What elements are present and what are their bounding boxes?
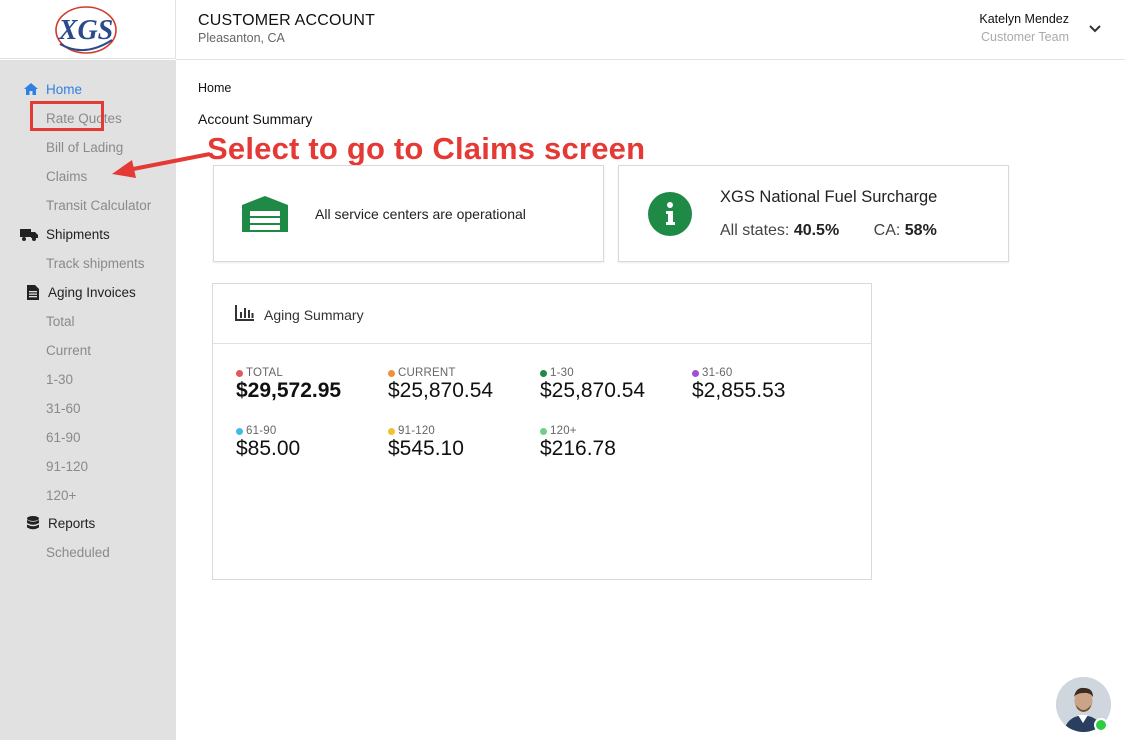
metric-value: $85.00: [236, 437, 301, 460]
aging-summary-card: Aging Summary TOTAL $29,572.95 CURRENT $…: [212, 283, 872, 580]
chevron-down-icon[interactable]: [1085, 19, 1105, 39]
warehouse-icon: [242, 196, 288, 232]
annotation-text: Select to go to Claims screen: [207, 131, 646, 166]
metric-value: $2,855.53: [692, 379, 786, 402]
sidebar-label-shipments: Shipments: [46, 226, 110, 242]
aging-metric-current[interactable]: CURRENT $25,870.54: [388, 367, 493, 403]
sidebar-label-home: Home: [46, 81, 83, 97]
sidebar-item-aging-total[interactable]: Total: [46, 310, 75, 332]
top-header: CUSTOMER ACCOUNT Pleasanton, CA Katelyn …: [176, 0, 1125, 60]
sidebar-item-aging-invoices[interactable]: Aging Invoices: [0, 280, 136, 304]
all-states-label: All states:: [720, 222, 790, 239]
home-icon: [22, 81, 40, 97]
ca-label: CA:: [873, 222, 901, 239]
claims-highlight-box: [30, 101, 104, 131]
metric-label: TOTAL: [246, 367, 283, 379]
info-icon: [648, 192, 692, 236]
aging-metric-1-30[interactable]: 1-30 $25,870.54: [540, 367, 645, 403]
sidebar-item-home[interactable]: Home: [0, 77, 82, 101]
document-icon: [24, 284, 42, 300]
user-team: Customer Team: [981, 30, 1069, 44]
31-60-dot-icon: [692, 369, 699, 377]
aging-metric-120-plus[interactable]: 120+ $216.78: [540, 425, 616, 461]
service-status-card: All service centers are operational: [213, 165, 604, 262]
logo-area[interactable]: XGS: [0, 0, 176, 59]
sidebar-item-scheduled[interactable]: Scheduled: [46, 541, 110, 563]
total-dot-icon: [236, 369, 243, 377]
all-states-value: 40.5%: [793, 222, 840, 239]
user-name[interactable]: Katelyn Mendez: [979, 12, 1069, 26]
breadcrumb[interactable]: Home: [198, 81, 231, 95]
database-icon: [24, 515, 42, 531]
fuel-surcharge-title: XGS National Fuel Surcharge: [720, 188, 938, 206]
sidebar-item-track-shipments[interactable]: Track shipments: [46, 252, 145, 274]
metric-value: $25,870.54: [388, 379, 494, 402]
xgs-logo: XGS: [55, 6, 117, 54]
metric-label: 120+: [550, 425, 577, 437]
sidebar-item-aging-1-30[interactable]: 1-30: [46, 368, 73, 390]
metric-label: 31-60: [702, 367, 733, 379]
sidebar-item-aging-120-plus[interactable]: 120+: [46, 484, 76, 506]
fuel-surcharge-card: XGS National Fuel Surcharge All states: …: [618, 165, 1009, 262]
sidebar-item-aging-current[interactable]: Current: [46, 339, 91, 361]
sidebar-item-claims[interactable]: Claims: [46, 165, 87, 187]
page-title: Account Summary: [198, 111, 313, 127]
sidebar-item-transit-calculator[interactable]: Transit Calculator: [46, 194, 151, 216]
metric-label: CURRENT: [398, 367, 456, 379]
fuel-surcharge-values: All states: 40.5% CA: 58%: [720, 222, 937, 240]
metric-value: $25,870.54: [540, 379, 646, 402]
metric-value: $545.10: [388, 437, 464, 460]
truck-icon: [20, 226, 38, 242]
1-30-dot-icon: [540, 369, 547, 377]
sidebar-item-aging-91-120[interactable]: 91-120: [46, 455, 88, 477]
annotation-arrow-icon: [112, 152, 211, 178]
61-90-dot-icon: [236, 427, 243, 435]
sidebar-item-shipments[interactable]: Shipments: [0, 222, 110, 246]
metric-value: $216.78: [540, 437, 616, 460]
logo-text: XGS: [58, 15, 113, 46]
sidebar-label-aging-invoices: Aging Invoices: [48, 284, 136, 300]
metric-label: 91-120: [398, 425, 436, 437]
120-plus-dot-icon: [540, 427, 547, 435]
metric-value: $29,572.95: [236, 379, 342, 402]
bar-chart-icon: [235, 305, 254, 321]
current-dot-icon: [388, 369, 395, 377]
aging-metric-total[interactable]: TOTAL $29,572.95: [236, 367, 341, 403]
aging-summary-header: Aging Summary: [213, 284, 871, 344]
metric-label: 1-30: [550, 367, 574, 379]
aging-metric-91-120[interactable]: 91-120 $545.10: [388, 425, 464, 461]
aging-summary-title: Aging Summary: [264, 307, 364, 323]
sidebar-item-aging-31-60[interactable]: 31-60: [46, 397, 81, 419]
sidebar-item-aging-61-90[interactable]: 61-90: [46, 426, 81, 448]
aging-metric-61-90[interactable]: 61-90 $85.00: [236, 425, 300, 461]
account-location: Pleasanton, CA: [198, 31, 285, 45]
account-title: CUSTOMER ACCOUNT: [198, 12, 376, 29]
service-status-text: All service centers are operational: [315, 206, 526, 222]
metric-label: 61-90: [246, 425, 277, 437]
sidebar-item-reports[interactable]: Reports: [0, 511, 95, 535]
aging-metric-31-60[interactable]: 31-60 $2,855.53: [692, 367, 785, 403]
online-status-dot: [1094, 718, 1108, 732]
ca-value: 58%: [904, 222, 937, 239]
sidebar-label-reports: Reports: [48, 515, 96, 531]
91-120-dot-icon: [388, 427, 395, 435]
